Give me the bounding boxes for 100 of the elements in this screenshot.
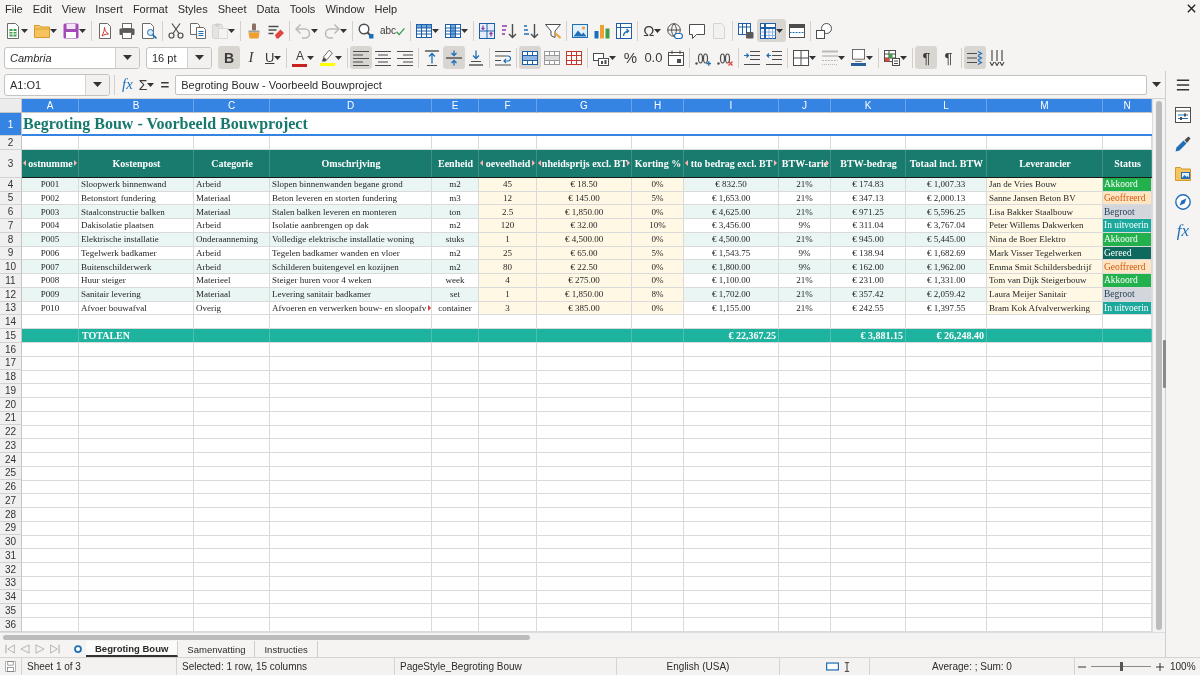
grid-swatches-icon [884,49,901,66]
dropdown-button[interactable] [85,74,109,95]
column-header[interactable]: M [987,99,1103,113]
close-icon[interactable] [1187,4,1196,13]
caret-icon [93,82,102,87]
caret-icon [123,55,132,60]
row-header[interactable]: 3 [0,149,22,178]
magnifier-icon [358,22,374,39]
column-header[interactable]: J [779,99,831,113]
row-header[interactable]: 11 [0,274,22,288]
row-header[interactable]: 1 [0,113,22,136]
menu-item[interactable]: Format [127,0,173,17]
name-box[interactable]: A1:O1 [4,73,110,96]
row-header[interactable]: 35 [0,604,22,618]
row-header[interactable]: 18 [0,370,22,384]
sidebar-menu-button[interactable] [1176,76,1190,93]
menu-item[interactable]: Window [320,0,370,17]
menu-item[interactable]: View [56,0,91,17]
column-header[interactable]: C [194,99,270,113]
row-header[interactable]: 31 [0,549,22,563]
scissors-icon [168,22,184,39]
row-header[interactable]: 10 [0,260,22,274]
language[interactable]: English (USA) [666,661,730,672]
text-direction-button[interactable] [964,46,987,69]
menu-item[interactable]: Sheet [212,0,252,17]
row-header[interactable]: 34 [0,590,22,604]
freeze-button[interactable] [757,19,787,42]
scrollbar-thumb[interactable] [1156,101,1162,630]
table-cell: 0% [632,260,684,274]
menu-item[interactable]: File [0,0,28,17]
bold-button[interactable]: B [218,46,240,69]
table-cell: Stalen balken leveren en monteren [270,205,432,219]
down-arrows-icon [989,49,1006,66]
row-header[interactable]: 6 [0,205,22,219]
right-to-left-button[interactable]: ¶ [937,46,960,69]
row-header[interactable]: 2 [0,136,22,150]
menu-item[interactable]: Insert [90,0,128,17]
caret-icon [776,28,784,33]
font-color-button[interactable]: A [289,46,318,69]
menu-item[interactable]: Styles [172,0,213,17]
special-character-button[interactable]: Ω [640,19,665,42]
align-middle-button[interactable] [443,46,466,69]
underline-button[interactable]: U [262,46,285,69]
merge-center-button[interactable] [519,46,542,69]
rectangle-icon[interactable] [826,660,839,673]
function-wizard-button[interactable]: fx [119,73,136,96]
text-cursor-icon[interactable] [842,661,852,672]
table-cell: Buitenschilderwerk [79,260,194,274]
left-to-right-button[interactable]: ¶ [915,46,938,69]
column-header[interactable]: F [479,99,537,113]
plus-icon[interactable] [1156,662,1164,671]
row-header[interactable]: 15 [0,329,22,343]
column-header[interactable]: B [79,99,194,113]
row-header[interactable]: 26 [0,480,22,494]
formula-input[interactable]: Begroting Bouw - Voorbeeld Bouwproject [175,74,1147,95]
folder-icon [34,22,50,39]
row-header[interactable]: 23 [0,439,22,453]
menu-item[interactable]: Tools [284,0,321,17]
row-header[interactable]: 19 [0,384,22,398]
zoom-percent[interactable]: 100% [1170,661,1196,672]
column-header[interactable]: G [537,99,632,113]
row-header[interactable]: 7 [0,219,22,233]
sum-button[interactable]: Σ [135,73,158,96]
formula-button[interactable]: = [157,73,173,96]
italic-button[interactable]: I [240,46,262,69]
ring-icon[interactable] [74,645,82,653]
scrollbar-thumb[interactable] [3,634,530,640]
dropdown-button[interactable] [115,47,139,68]
menu-item[interactable]: Edit [27,0,57,17]
percent-format-button[interactable]: % [619,46,642,69]
row-header[interactable]: 30 [0,535,22,549]
row-header[interactable]: 22 [0,425,22,439]
column-header[interactable]: L [906,99,987,113]
sheet-tab[interactable]: Begroting Bouw [86,641,179,657]
menu-item[interactable]: Help [369,0,403,17]
column-header[interactable]: N [1103,99,1152,113]
dropdown-button[interactable] [187,47,211,68]
column-heading: ostnumme [28,157,73,169]
column-heading: Eenheid [438,157,473,169]
font-size-combo[interactable]: 16 pt [146,46,212,69]
spelling-button[interactable]: abc [377,19,409,42]
menu-item[interactable]: Data [251,0,285,17]
resize-handle[interactable] [1163,340,1166,388]
column-header[interactable]: K [831,99,906,113]
slider-thumb[interactable] [1119,662,1123,671]
column-header[interactable]: I [684,99,779,113]
functions-tab[interactable]: fx [1170,218,1196,243]
merged-grid-icon [522,49,539,66]
font-name-combo[interactable]: Cambria [4,46,140,69]
column-header[interactable]: D [270,99,432,113]
table-cell: ton [432,205,479,219]
column-header[interactable]: E [432,99,479,113]
row-header[interactable]: 27 [0,494,22,508]
column-header[interactable]: A [22,99,79,113]
column-header[interactable]: H [632,99,684,113]
align-left-button[interactable] [350,46,373,69]
row-header[interactable]: 14 [0,315,22,329]
table-cell: € 311.04 [831,219,906,233]
page-style[interactable]: PageStyle_Begroting Bouw [400,661,522,672]
number-format-button[interactable]: 0.0 [641,46,666,69]
